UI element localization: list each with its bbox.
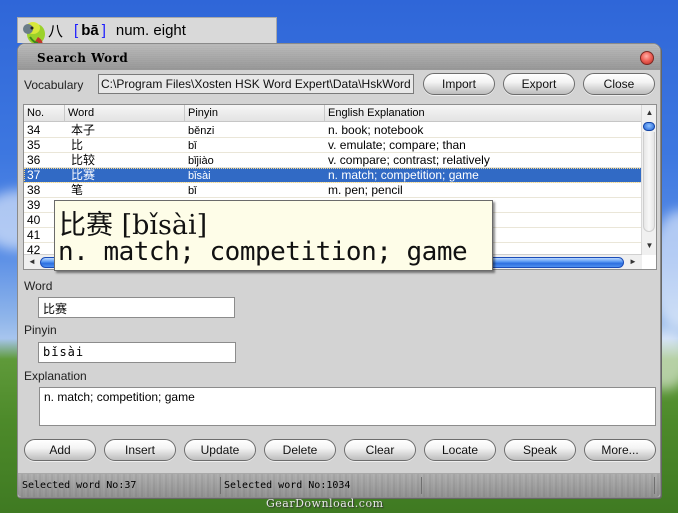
scroll-left-icon[interactable]: ◄ [25, 255, 39, 269]
banner-open-bracket: [ [74, 22, 79, 39]
speak-button[interactable]: Speak [504, 439, 576, 461]
table-row[interactable]: 35 比 bǐ v. emulate; compare; than [24, 138, 642, 153]
scroll-right-icon[interactable]: ► [626, 255, 640, 269]
update-button[interactable]: Update [184, 439, 256, 461]
status-bar: Selected word No:37 Selected word No:103… [18, 473, 660, 497]
pinyin-label: Pinyin [24, 323, 57, 337]
table-row[interactable]: 38 笔 bǐ m. pen; pencil [24, 183, 642, 198]
pinyin-input[interactable]: bǐsài [38, 342, 236, 363]
cell-no: 35 [27, 138, 41, 152]
window-titlebar[interactable]: Search Word [18, 44, 660, 70]
window-title: Search Word [37, 51, 129, 65]
import-button[interactable]: Import [423, 73, 495, 95]
list-header: No. Word Pinyin English Explanation [24, 105, 642, 122]
status-divider [654, 477, 655, 494]
status-extra [422, 478, 652, 494]
cell-word: 比赛 [71, 168, 96, 182]
cell-pinyin: bǐ [188, 185, 197, 197]
watermark: GearDownload.com [266, 497, 384, 510]
cell-explanation: v. compare; contrast; relatively [328, 153, 490, 167]
vocabulary-label: Vocabulary [24, 78, 84, 92]
locate-button[interactable]: Locate [424, 439, 496, 461]
cell-explanation: n. match; competition; game [328, 168, 479, 182]
cell-no: 34 [27, 123, 41, 137]
cell-no: 37 [27, 168, 41, 182]
banner-pinyin: bā [81, 22, 99, 39]
column-header-explanation[interactable]: English Explanation [325, 105, 642, 122]
word-label: Word [24, 279, 53, 293]
explanation-textarea[interactable]: n. match; competition; game [39, 387, 656, 426]
close-button[interactable]: Close [583, 73, 655, 95]
cell-word: 本子 [71, 123, 96, 137]
tooltip-explanation: n. match; competition; game [58, 237, 468, 267]
column-header-no[interactable]: No. [24, 105, 65, 122]
add-button[interactable]: Add [24, 439, 96, 461]
banner-close-bracket: ] [101, 22, 106, 39]
scroll-down-icon[interactable]: ▼ [642, 239, 656, 253]
scroll-up-icon[interactable]: ▲ [642, 106, 656, 120]
delete-button[interactable]: Delete [264, 439, 336, 461]
export-button[interactable]: Export [503, 73, 575, 95]
word-tooltip: 比赛 [bǐsài] n. match; competition; game [54, 200, 493, 271]
current-word-banner: 八 [ bā ] num. eight [17, 17, 277, 45]
banner-hanzi: 八 [48, 23, 64, 40]
banner-definition: num. eight [115, 22, 186, 39]
vertical-scrollbar[interactable]: ▲ ▼ [641, 105, 656, 255]
vocabulary-path-input[interactable]: C:\Program Files\Xosten HSK Word Expert\… [98, 74, 414, 94]
cell-word: 比 [71, 138, 84, 152]
cell-word: 笔 [71, 183, 84, 197]
cell-explanation: n. book; notebook [328, 123, 424, 137]
vertical-scroll-track[interactable] [643, 132, 655, 232]
column-header-pinyin[interactable]: Pinyin [185, 105, 325, 122]
parrot-icon [23, 22, 45, 45]
explanation-label: Explanation [24, 369, 87, 383]
close-orb-icon[interactable] [640, 51, 654, 65]
cell-no: 36 [27, 153, 41, 167]
cell-no: 38 [27, 183, 41, 197]
clear-button[interactable]: Clear [344, 439, 416, 461]
table-row-selected[interactable]: 37 比赛 bǐsài n. match; competition; game [24, 168, 642, 183]
cell-pinyin: bǐ [188, 140, 197, 152]
table-row[interactable]: 34 本子 běnzi n. book; notebook [24, 123, 642, 138]
insert-button[interactable]: Insert [104, 439, 176, 461]
vertical-scroll-thumb[interactable] [643, 122, 655, 131]
cell-pinyin: bǐjiào [188, 155, 214, 167]
cell-explanation: v. emulate; compare; than [328, 138, 466, 152]
column-header-word[interactable]: Word [65, 105, 185, 122]
status-selected-word: Selected word No:37 [22, 480, 137, 491]
more-button[interactable]: More... [584, 439, 656, 461]
cell-pinyin: bǐsài [188, 170, 211, 182]
cell-word: 比较 [71, 153, 96, 167]
table-row[interactable]: 36 比较 bǐjiào v. compare; contrast; relative… [24, 153, 642, 168]
status-total-words: Selected word No:1034 [224, 480, 351, 491]
word-input[interactable]: 比赛 [38, 297, 235, 318]
cell-pinyin: běnzi [188, 125, 215, 137]
cell-explanation: m. pen; pencil [328, 183, 403, 197]
